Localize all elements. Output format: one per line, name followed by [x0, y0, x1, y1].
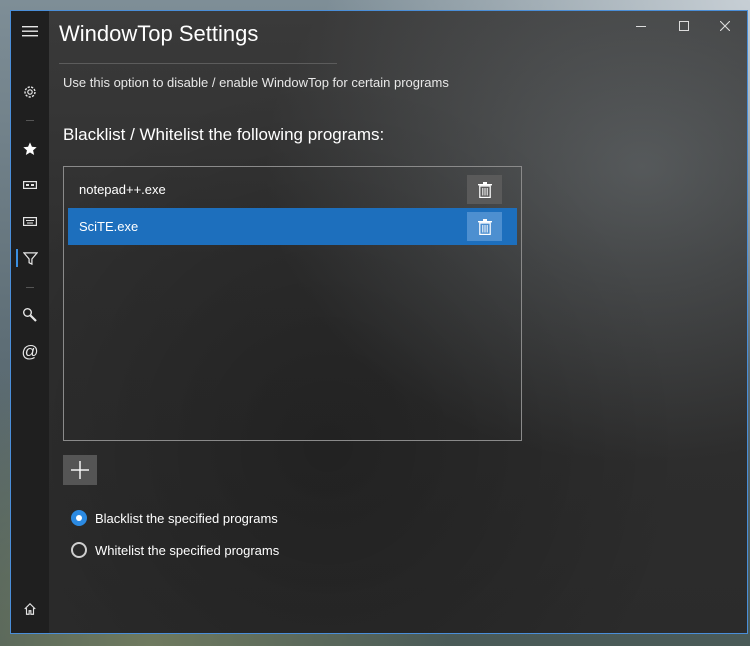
gear-icon: [24, 86, 36, 98]
sidebar-item-contact[interactable]: @: [11, 334, 49, 370]
minimize-icon: [636, 26, 646, 27]
sidebar-item-filter[interactable]: [11, 240, 49, 276]
minimize-button[interactable]: [619, 11, 663, 41]
whitelist-radio-option[interactable]: Whitelist the specified programs: [71, 540, 279, 560]
sidebar-item-settings[interactable]: [11, 74, 49, 110]
add-program-button[interactable]: [63, 455, 97, 485]
list-item-program[interactable]: notepad++.exe: [68, 171, 517, 208]
hamburger-icon: [22, 26, 38, 37]
radio-label: Blacklist the specified programs: [95, 510, 278, 526]
program-list[interactable]: notepad++.exe SciTE.exe: [63, 166, 522, 441]
delete-program-button[interactable]: [467, 175, 502, 204]
program-name: SciTE.exe: [79, 219, 139, 234]
sidebar: @: [11, 11, 49, 633]
page-description: Use this option to disable / enable Wind…: [63, 75, 449, 90]
radio-label: Whitelist the specified programs: [95, 542, 280, 558]
window-title: WindowTop Settings: [59, 21, 259, 46]
keyboard-icon: [23, 216, 37, 226]
section-heading: Blacklist / Whitelist the following prog…: [63, 125, 385, 144]
at-icon: @: [21, 342, 39, 361]
sidebar-item-tools[interactable]: [11, 297, 49, 333]
home-icon: [24, 602, 36, 615]
filter-icon: [22, 251, 38, 265]
window-bar-icon: [23, 181, 37, 189]
sidebar-item-keyboard[interactable]: [11, 203, 49, 239]
close-icon: [720, 21, 730, 31]
blacklist-radio-option[interactable]: Blacklist the specified programs: [71, 508, 278, 528]
delete-program-button[interactable]: [467, 212, 502, 241]
maximize-button[interactable]: [662, 11, 706, 41]
list-item-program-selected[interactable]: SciTE.exe: [68, 208, 517, 245]
sidebar-separator: [26, 120, 34, 121]
plus-icon: [71, 461, 89, 479]
title-divider: [59, 63, 337, 64]
sidebar-separator: [26, 287, 34, 288]
program-name: notepad++.exe: [79, 182, 166, 197]
sidebar-item-home[interactable]: [11, 591, 49, 627]
radio-button-checked[interactable]: [71, 510, 87, 526]
close-button[interactable]: [703, 11, 747, 41]
trash-icon: [477, 218, 492, 235]
sidebar-item-favorites[interactable]: [11, 131, 49, 167]
radio-button[interactable]: [71, 542, 87, 558]
maximize-icon: [679, 21, 689, 31]
settings-window: @ WindowTop Settings Use this option to …: [10, 10, 748, 634]
wrench-icon: [23, 308, 37, 322]
sidebar-item-window-options[interactable]: [11, 167, 49, 203]
hamburger-menu-button[interactable]: [11, 13, 49, 49]
star-icon: [23, 142, 37, 155]
trash-icon: [477, 181, 492, 198]
